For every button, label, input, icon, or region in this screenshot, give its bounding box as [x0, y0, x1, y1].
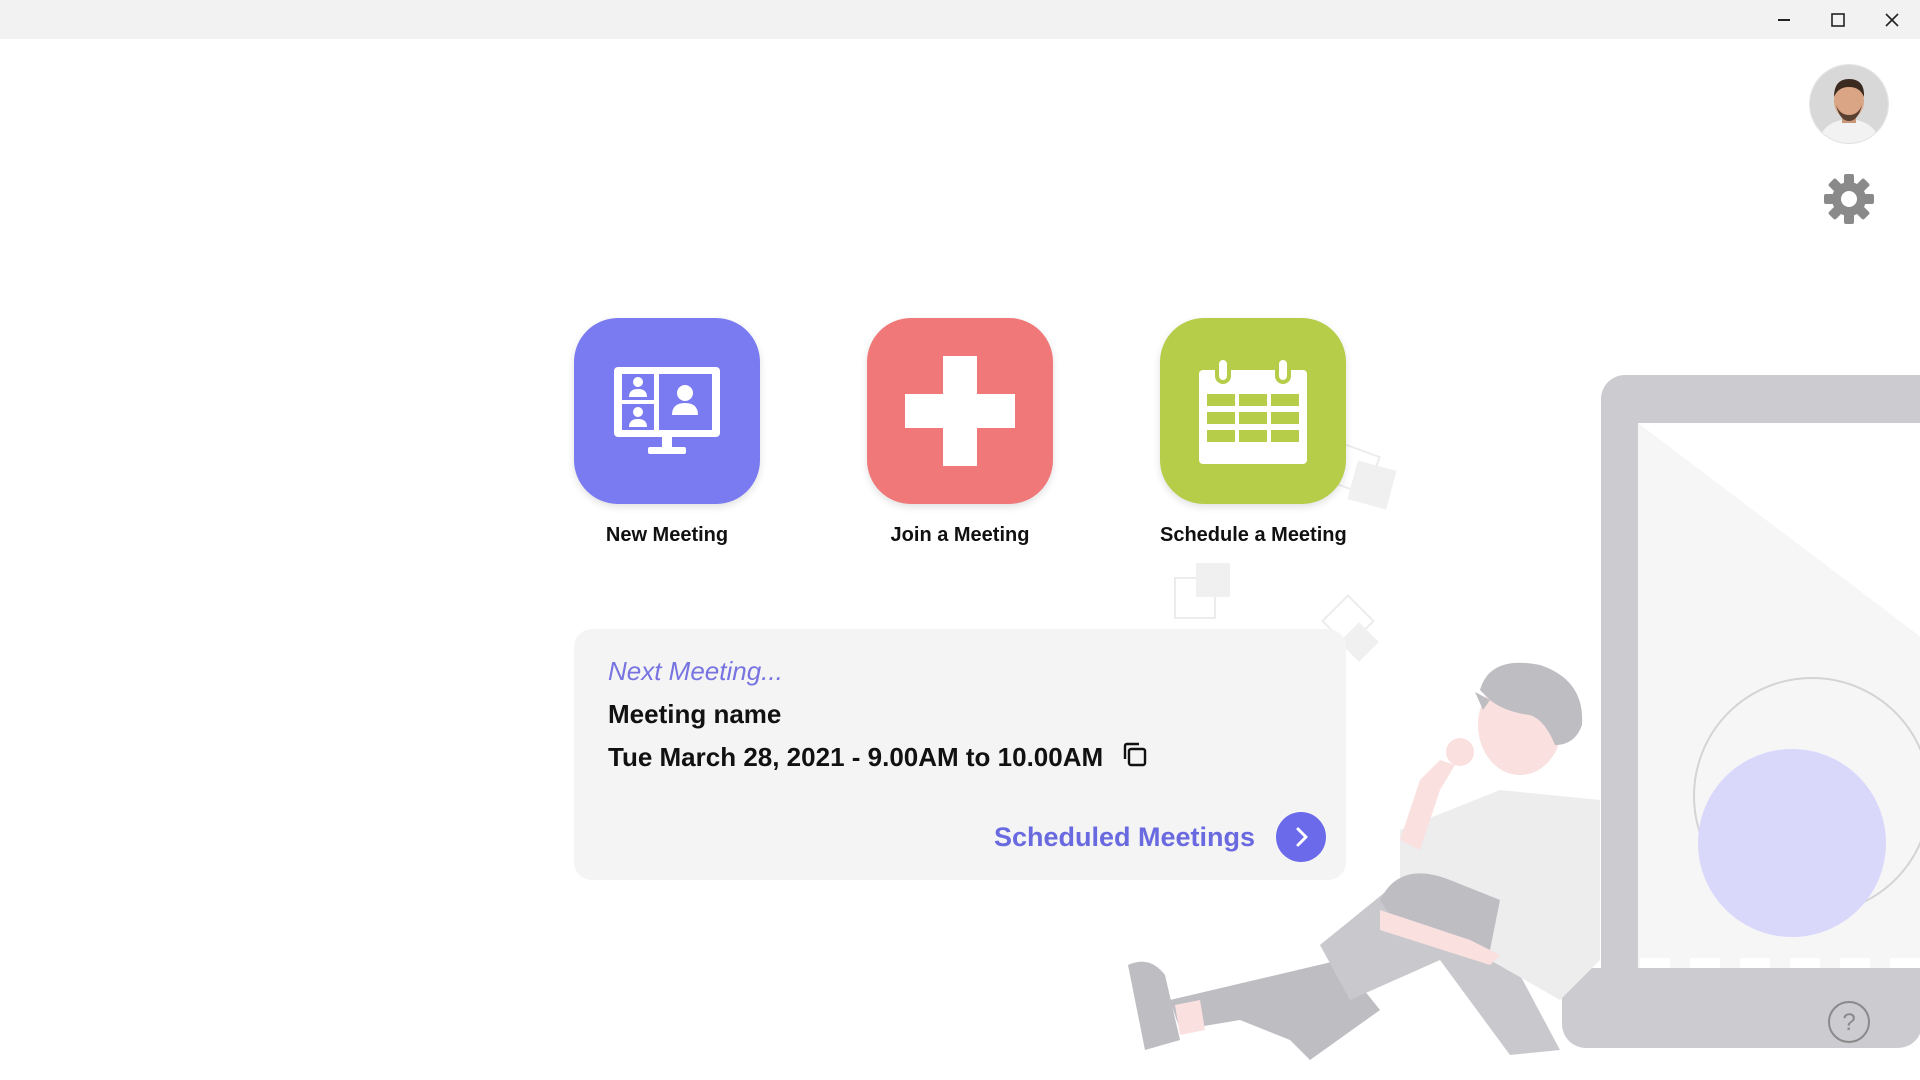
- schedule-meeting-label: Schedule a Meeting: [1160, 524, 1347, 546]
- maximize-button[interactable]: [1811, 0, 1865, 39]
- join-meeting-tile[interactable]: [867, 318, 1053, 504]
- minimize-icon: [1778, 18, 1790, 21]
- meeting-name: Meeting name: [608, 699, 782, 729]
- new-meeting-tile[interactable]: [574, 318, 760, 504]
- minimize-button[interactable]: [1757, 0, 1811, 39]
- close-icon: [1885, 12, 1899, 27]
- join-meeting-label: Join a Meeting: [890, 524, 1030, 546]
- user-avatar-icon: [1810, 65, 1888, 143]
- maximize-icon: [1831, 12, 1845, 27]
- schedule-meeting-button[interactable]: Schedule a Meeting: [1160, 318, 1347, 548]
- plus-icon: [905, 356, 1015, 466]
- help-button[interactable]: ?: [1827, 1000, 1871, 1044]
- video-conference-icon: [614, 367, 720, 454]
- title-bar: [0, 0, 1920, 39]
- scheduled-meetings-link[interactable]: Scheduled Meetings: [994, 822, 1255, 853]
- meeting-time: Tue March 28, 2021 - 9.00AM to 10.00AM: [608, 742, 1104, 772]
- copy-icon: [1123, 742, 1147, 767]
- next-meeting-card: Next Meeting... Meeting name Tue March 2…: [574, 629, 1346, 880]
- schedule-meeting-tile[interactable]: [1160, 318, 1346, 504]
- settings-button[interactable]: [1822, 172, 1876, 226]
- new-meeting-button[interactable]: New Meeting: [574, 318, 760, 548]
- chevron-right-icon: [1296, 827, 1308, 847]
- question-mark-icon: ?: [1828, 1001, 1870, 1043]
- calendar-icon: [1199, 356, 1307, 464]
- scheduled-meetings-arrow-button[interactable]: [1276, 812, 1326, 862]
- close-button[interactable]: [1865, 0, 1919, 39]
- gear-icon: [1824, 174, 1874, 224]
- new-meeting-label: New Meeting: [605, 524, 729, 546]
- copy-button[interactable]: [1119, 739, 1151, 771]
- user-avatar[interactable]: [1810, 65, 1888, 143]
- join-meeting-button[interactable]: Join a Meeting: [867, 318, 1053, 548]
- next-meeting-heading: Next Meeting...: [608, 656, 783, 686]
- svg-text:?: ?: [1842, 1009, 1855, 1036]
